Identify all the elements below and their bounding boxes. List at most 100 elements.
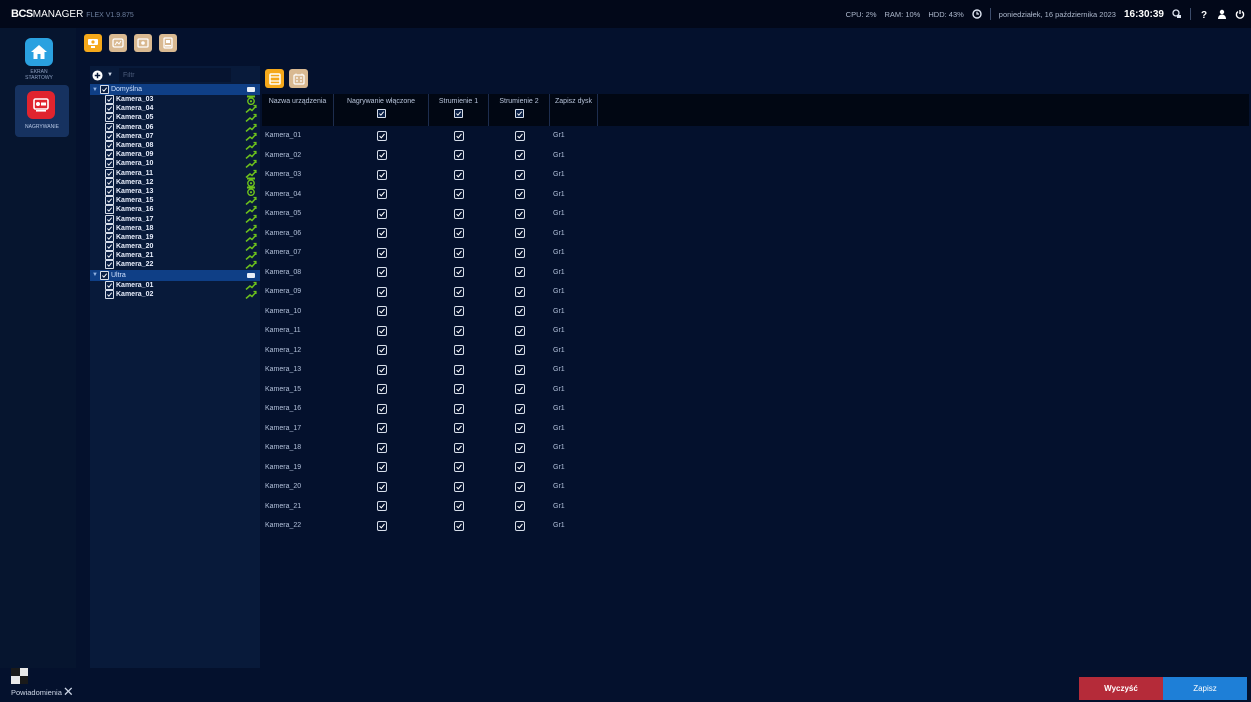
disk-cell[interactable]: Gr1 — [550, 230, 598, 237]
device-list-tab[interactable] — [265, 69, 284, 88]
stream2-checkbox[interactable] — [514, 462, 525, 473]
disk-cell[interactable]: Gr1 — [550, 386, 598, 393]
camera-checkbox[interactable] — [105, 214, 114, 224]
stream2-checkbox[interactable] — [514, 130, 525, 141]
close-icon[interactable]: ✕ — [63, 685, 74, 698]
recording-checkbox[interactable] — [376, 384, 387, 395]
stream2-checkbox[interactable] — [514, 228, 525, 239]
help-icon[interactable]: ? — [1199, 9, 1209, 21]
disk-cell[interactable]: Gr1 — [550, 308, 598, 315]
network-icon[interactable] — [1172, 9, 1182, 19]
disk-cell[interactable]: Gr1 — [550, 522, 598, 529]
camera-checkbox[interactable] — [105, 232, 114, 242]
notifications[interactable]: Powiadomienia ✕ — [11, 668, 74, 698]
stream1-checkbox[interactable] — [454, 501, 464, 512]
stream2-checkbox[interactable] — [514, 189, 525, 200]
tree-camera-item[interactable]: Kamera_11 — [90, 168, 260, 178]
camera-checkbox[interactable] — [105, 260, 114, 270]
stream2-checkbox[interactable] — [514, 150, 525, 161]
recording-checkbox[interactable] — [376, 462, 387, 473]
camera-checkbox[interactable] — [105, 196, 114, 206]
save-button[interactable]: Zapisz — [1163, 677, 1247, 700]
recording-checkbox[interactable] — [376, 345, 387, 356]
disk-cell[interactable]: Gr1 — [550, 347, 598, 354]
select-all-recording-checkbox[interactable] — [376, 109, 386, 118]
tree-camera-item[interactable]: Kamera_09 — [90, 150, 260, 160]
camera-checkbox[interactable] — [105, 95, 114, 105]
recording-checkbox[interactable] — [376, 228, 387, 239]
tree-camera-item[interactable]: Kamera_01 — [90, 280, 260, 290]
stream1-checkbox[interactable] — [454, 403, 464, 414]
camera-checkbox[interactable] — [105, 280, 114, 290]
tree-camera-item[interactable]: Kamera_16 — [90, 205, 260, 215]
camera-checkbox[interactable] — [105, 159, 114, 169]
camera-checkbox[interactable] — [105, 223, 114, 233]
stream2-checkbox[interactable] — [514, 442, 525, 453]
disk-cell[interactable]: Gr1 — [550, 152, 598, 159]
tree-camera-item[interactable]: Kamera_07 — [90, 131, 260, 141]
recording-checkbox[interactable] — [376, 247, 387, 258]
stream2-checkbox[interactable] — [514, 306, 525, 317]
tree-camera-item[interactable]: Kamera_21 — [90, 251, 260, 261]
stream2-checkbox[interactable] — [514, 247, 525, 258]
recording-checkbox[interactable] — [376, 189, 387, 200]
archive-tab[interactable] — [159, 34, 177, 52]
stream1-checkbox[interactable] — [454, 267, 464, 278]
tree-camera-item[interactable]: Kamera_05 — [90, 113, 260, 123]
camera-checkbox[interactable] — [105, 242, 114, 252]
camera-checkbox[interactable] — [105, 141, 114, 151]
tree-camera-item[interactable]: Kamera_15 — [90, 196, 260, 206]
disk-cell[interactable]: Gr1 — [550, 366, 598, 373]
stream2-checkbox[interactable] — [514, 423, 525, 434]
tree-camera-item[interactable]: Kamera_17 — [90, 214, 260, 224]
stream2-checkbox[interactable] — [514, 501, 525, 512]
stream2-checkbox[interactable] — [514, 325, 525, 336]
recording-checkbox[interactable] — [376, 286, 387, 297]
select-all-stream2-checkbox[interactable] — [514, 109, 524, 118]
recording-checkbox[interactable] — [376, 150, 387, 161]
disk-cell[interactable]: Gr1 — [550, 503, 598, 510]
stream1-checkbox[interactable] — [454, 325, 464, 336]
recording-checkbox[interactable] — [376, 423, 387, 434]
stream2-checkbox[interactable] — [514, 286, 525, 297]
stream1-checkbox[interactable] — [454, 208, 464, 219]
tree-camera-item[interactable]: Kamera_06 — [90, 122, 260, 132]
recording-checkbox[interactable] — [376, 130, 387, 141]
disk-cell[interactable]: Gr1 — [550, 132, 598, 139]
recording-checkbox[interactable] — [376, 520, 387, 531]
camera-checkbox[interactable] — [105, 104, 114, 114]
disk-cell[interactable]: Gr1 — [550, 327, 598, 334]
disk-cell[interactable]: Gr1 — [550, 483, 598, 490]
stream2-checkbox[interactable] — [514, 520, 525, 531]
tree-camera-item[interactable]: Kamera_10 — [90, 159, 260, 169]
collapse-icon[interactable] — [247, 87, 255, 92]
camera-checkbox[interactable] — [105, 177, 114, 187]
disk-cell[interactable]: Gr1 — [550, 249, 598, 256]
stream1-checkbox[interactable] — [454, 345, 464, 356]
recording-checkbox[interactable] — [376, 208, 387, 219]
stream2-checkbox[interactable] — [514, 169, 525, 180]
stream2-checkbox[interactable] — [514, 364, 525, 375]
tree-camera-item[interactable]: Kamera_19 — [90, 232, 260, 242]
camera-recording-tab[interactable] — [84, 34, 102, 52]
stream1-checkbox[interactable] — [454, 384, 464, 395]
stream2-checkbox[interactable] — [514, 267, 525, 278]
stream2-checkbox[interactable] — [514, 208, 525, 219]
tree-camera-item[interactable]: Kamera_08 — [90, 141, 260, 151]
disk-cell[interactable]: Gr1 — [550, 191, 598, 198]
group-checkbox[interactable] — [99, 85, 109, 94]
schedule-tab[interactable] — [289, 69, 308, 88]
group-checkbox[interactable] — [99, 270, 109, 280]
recording-checkbox[interactable] — [376, 403, 387, 414]
tree-group[interactable]: ▼ Ultra — [90, 269, 260, 281]
nav-home[interactable]: EKRAN STARTOWY — [16, 38, 62, 81]
stream1-checkbox[interactable] — [454, 286, 464, 297]
camera-checkbox[interactable] — [105, 205, 114, 215]
recording-checkbox[interactable] — [376, 442, 387, 453]
storage-tab[interactable] — [109, 34, 127, 52]
stream1-checkbox[interactable] — [454, 462, 464, 473]
camera-checkbox[interactable] — [105, 113, 114, 123]
recording-checkbox[interactable] — [376, 267, 387, 278]
tree-camera-item[interactable]: Kamera_20 — [90, 242, 260, 252]
expand-arrow-icon[interactable]: ▼ — [92, 272, 98, 278]
